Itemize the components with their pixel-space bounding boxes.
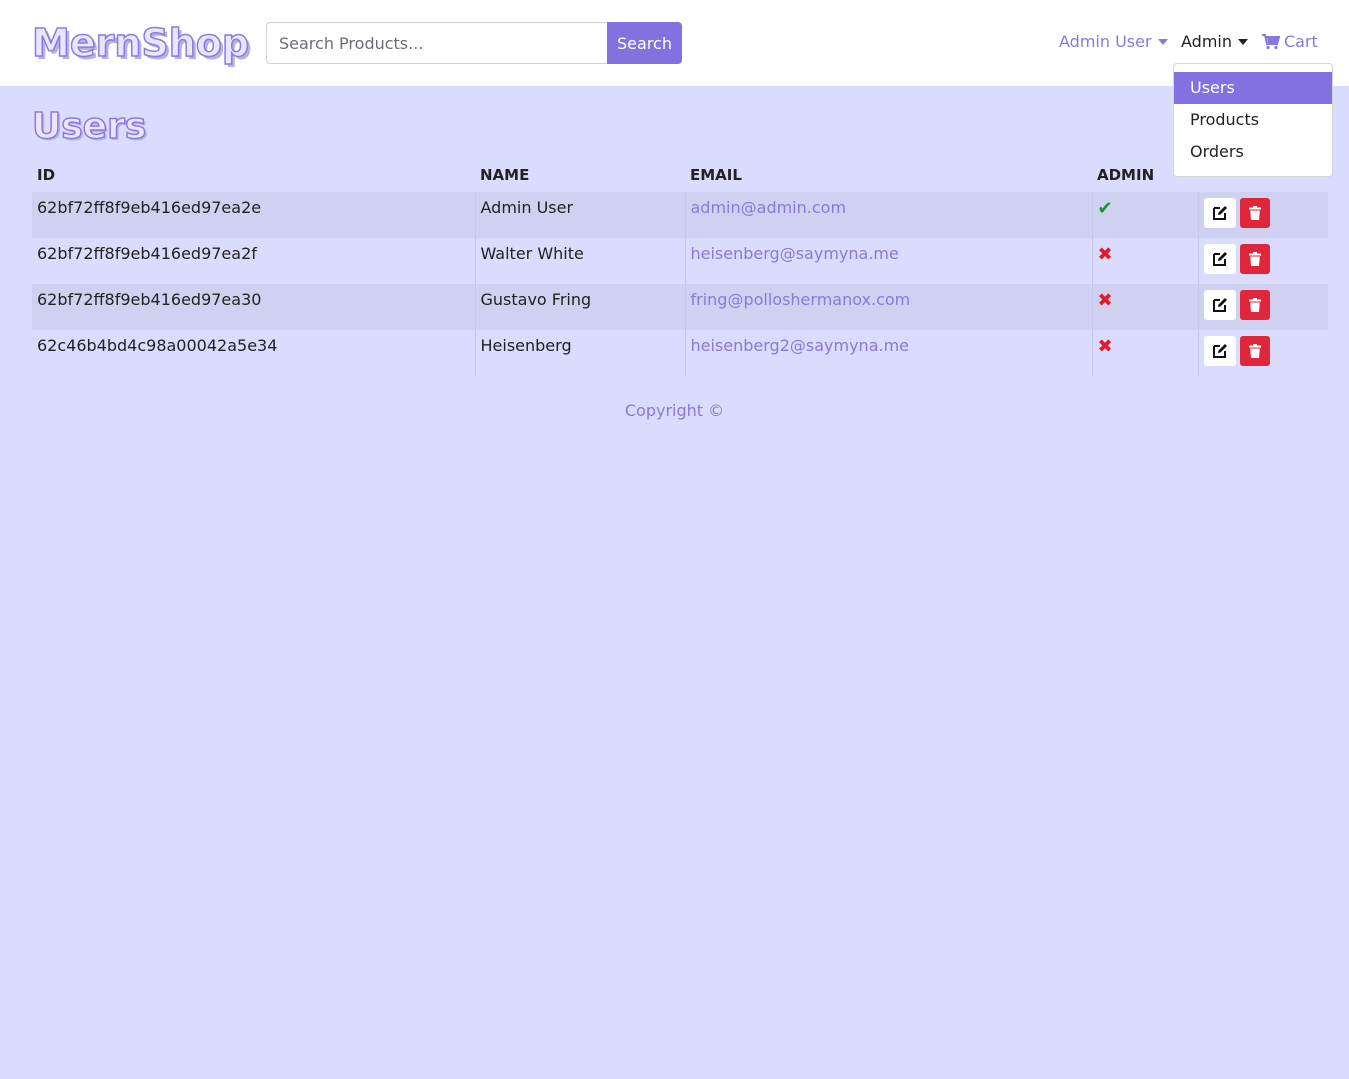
cart-label: Cart: [1284, 32, 1318, 51]
x-icon: ✖: [1097, 244, 1113, 265]
cell-name: Gustavo Fring: [474, 284, 685, 330]
chevron-down-icon: [1157, 39, 1168, 45]
trash-icon: [1248, 252, 1261, 266]
user-menu-toggle[interactable]: Admin User: [1059, 31, 1168, 53]
users-table: ID NAME EMAIL ADMIN 62bf72ff8f9eb416ed97…: [32, 158, 1328, 376]
x-icon: ✖: [1097, 290, 1113, 311]
cart-link[interactable]: Cart: [1262, 31, 1318, 53]
cell-id: 62c46b4bd4c98a00042a5e34: [37, 336, 278, 355]
column-header-name: NAME: [480, 166, 530, 184]
cart-icon: [1262, 34, 1280, 50]
footer-copyright: Copyright ©: [624, 401, 725, 420]
delete-user-button[interactable]: [1239, 198, 1270, 228]
delete-user-button[interactable]: [1239, 336, 1270, 366]
admin-menu-toggle[interactable]: Admin: [1181, 31, 1248, 53]
admin-menu-label: Admin: [1181, 32, 1232, 51]
table-header-row: ID NAME EMAIL ADMIN: [32, 158, 1328, 192]
user-menu-label: Admin User: [1059, 32, 1152, 51]
edit-icon: [1212, 298, 1227, 312]
email-link[interactable]: heisenberg@saymyna.me: [691, 244, 899, 263]
dropdown-item-products[interactable]: Products: [1174, 104, 1332, 136]
table-row: 62bf72ff8f9eb416ed97ea2f Walter White he…: [32, 238, 1328, 284]
dropdown-item-users[interactable]: Users: [1174, 72, 1332, 104]
chevron-down-icon: [1238, 39, 1248, 45]
trash-icon: [1248, 344, 1261, 358]
delete-user-button[interactable]: [1239, 244, 1270, 274]
email-link[interactable]: fring@polloshermanox.com: [691, 290, 911, 309]
navbar: MernShop Search Admin User Admin Cart: [0, 0, 1349, 86]
email-link[interactable]: heisenberg2@saymyna.me: [691, 336, 910, 355]
search-input[interactable]: [266, 22, 608, 64]
edit-user-button[interactable]: [1203, 290, 1236, 320]
column-header-actions: [1198, 158, 1328, 192]
trash-icon: [1248, 206, 1261, 220]
trash-icon: [1248, 298, 1261, 312]
cell-id: 62bf72ff8f9eb416ed97ea2f: [37, 244, 257, 263]
table-row: 62c46b4bd4c98a00042a5e34 Heisenberg heis…: [32, 330, 1328, 376]
edit-user-button[interactable]: [1203, 198, 1236, 228]
column-header-id: ID: [37, 166, 56, 184]
cell-name: Heisenberg: [474, 330, 685, 376]
cell-name: Admin User: [474, 192, 685, 238]
column-header-admin: ADMIN: [1097, 166, 1155, 184]
delete-user-button[interactable]: [1239, 290, 1270, 320]
cell-id: 62bf72ff8f9eb416ed97ea30: [32, 284, 475, 330]
check-icon: ✔: [1097, 198, 1113, 219]
email-link[interactable]: admin@admin.com: [691, 198, 847, 217]
brand-logo[interactable]: MernShop: [31, 20, 250, 66]
edit-icon: [1212, 344, 1227, 358]
edit-icon: [1212, 206, 1227, 220]
edit-user-button[interactable]: [1203, 244, 1236, 274]
x-icon: ✖: [1097, 336, 1113, 357]
edit-icon: [1212, 252, 1227, 266]
cell-id: 62bf72ff8f9eb416ed97ea2e: [32, 192, 475, 238]
table-row: 62bf72ff8f9eb416ed97ea30 Gustavo Fring f…: [32, 284, 1328, 330]
edit-user-button[interactable]: [1203, 336, 1236, 366]
page-title: Users: [31, 105, 147, 148]
column-header-email: EMAIL: [690, 166, 742, 184]
search-button[interactable]: Search: [607, 22, 682, 64]
table-row: 62bf72ff8f9eb416ed97ea2e Admin User admi…: [32, 192, 1328, 238]
cell-name: Walter White: [474, 238, 685, 284]
